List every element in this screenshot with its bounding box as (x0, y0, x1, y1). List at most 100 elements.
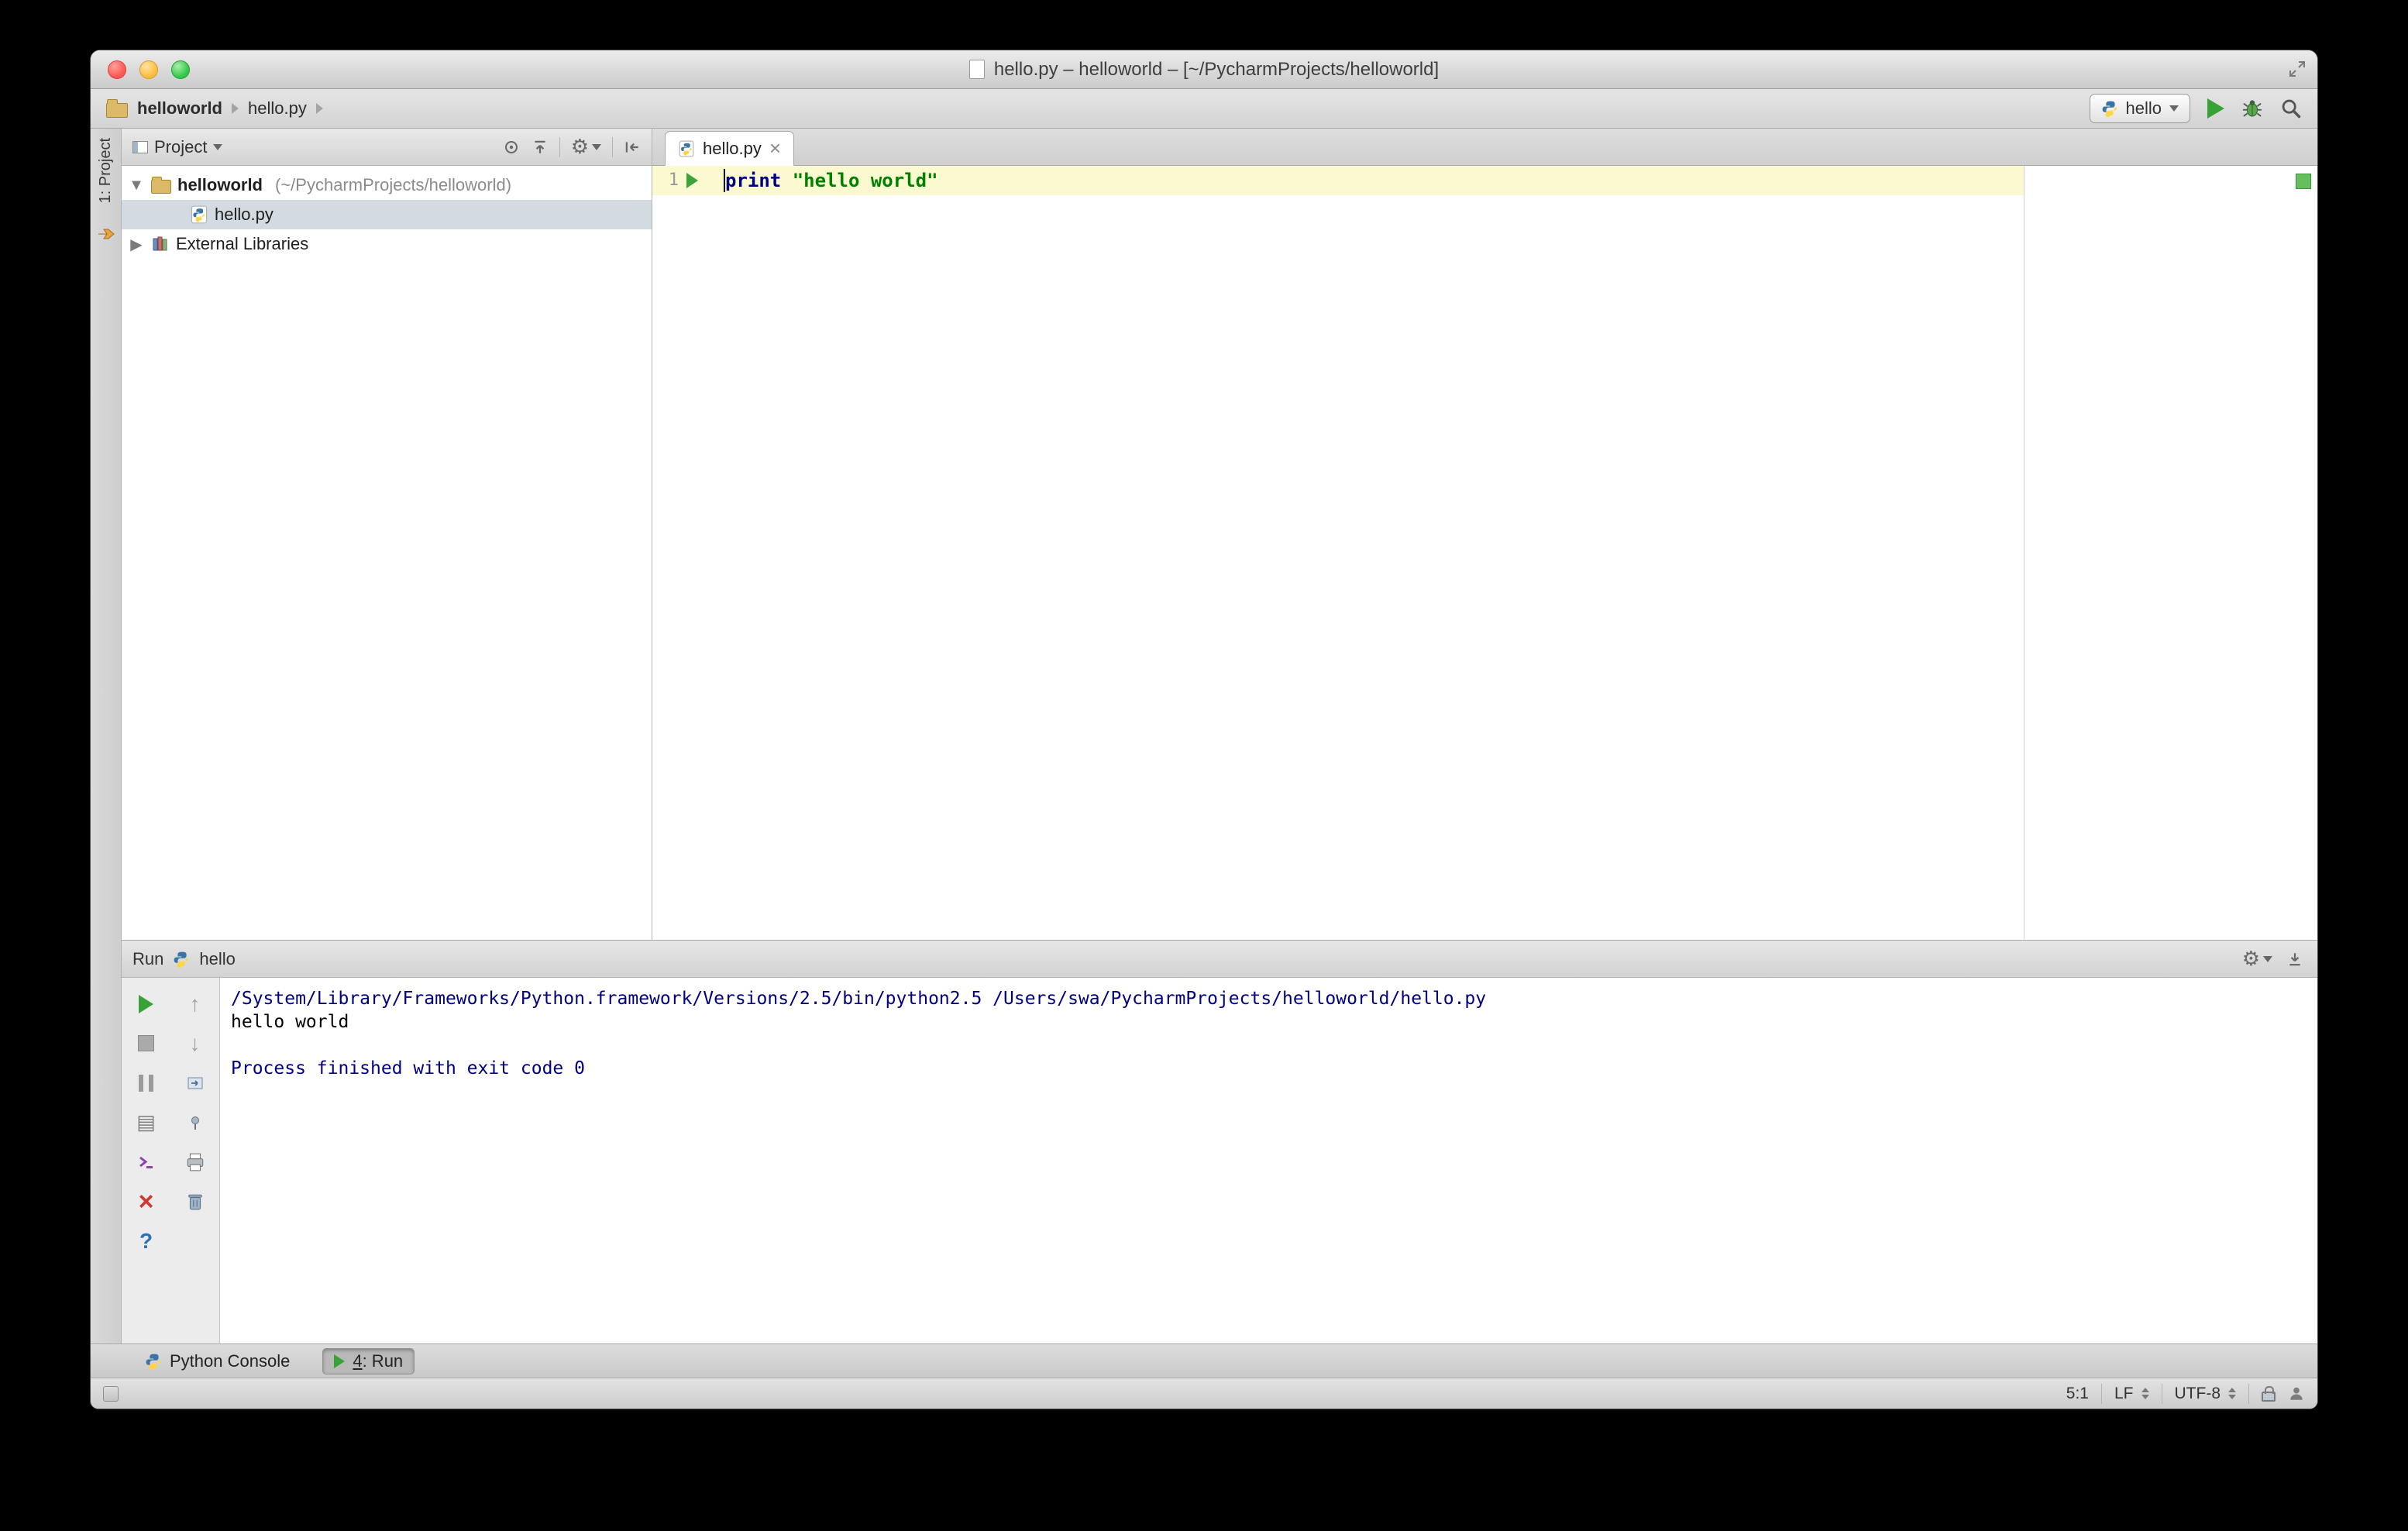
run-config-name: hello (199, 948, 236, 968)
close-run-button[interactable] (122, 1182, 170, 1221)
spinner-arrows-icon (2141, 1388, 2149, 1399)
gear-button[interactable] (571, 136, 601, 158)
stop-button[interactable] (122, 1024, 170, 1063)
run-tab-suffix: : Run (362, 1350, 404, 1371)
tree-item-project[interactable]: ▼ helloworld (~/PycharmProjects/hellowor… (122, 170, 652, 200)
stop-icon (138, 1035, 154, 1051)
help-button[interactable] (122, 1221, 170, 1261)
run-toolbar: ↑ ↓ (122, 978, 219, 1343)
print-button[interactable] (170, 1142, 219, 1182)
python-logo-icon (145, 1353, 162, 1370)
console-line: Process finished with exit code 0 (231, 1058, 585, 1079)
console-output[interactable]: /System/Library/Frameworks/Python.framew… (219, 978, 2317, 1343)
project-tool-button[interactable]: 1: Project (97, 138, 115, 203)
close-window-button[interactable] (108, 60, 126, 79)
navigation-bar: helloworld hello.py hello (91, 89, 2317, 129)
run-button[interactable] (2207, 98, 2224, 119)
inspector-button[interactable] (2288, 1385, 2305, 1402)
close-tab-icon[interactable] (769, 138, 781, 160)
run-tab-button[interactable]: 4: Run (322, 1347, 415, 1374)
project-view-selector[interactable]: Project (154, 137, 207, 157)
run-panel-toolbar (2242, 948, 2303, 970)
run-tool-window: Run hello ⚙ ▤ × ? ↑ ↓ /System/Library/Fr… (122, 940, 2317, 1343)
help-icon (139, 1230, 153, 1252)
python-file-icon (190, 205, 208, 224)
code-editor[interactable]: 1 print "hello world" (652, 166, 2317, 940)
debug-button[interactable] (2241, 98, 2263, 119)
tree-item-file[interactable]: hello.py (122, 200, 652, 229)
lock-icon[interactable] (2262, 1386, 2276, 1402)
tab-hello-py[interactable]: hello.py (665, 131, 795, 166)
minimize-window-button[interactable] (139, 60, 158, 79)
search-button[interactable] (2280, 98, 2302, 119)
console-icon (136, 1112, 156, 1133)
run-line-icon[interactable] (686, 173, 698, 188)
status-bar: 5:1 LF UTF-8 (91, 1378, 2317, 1409)
project-panel-toolbar (502, 136, 641, 158)
run-tab-label: 4: Run (353, 1351, 403, 1371)
tool-window-bar: Python Console 4: Run (91, 1343, 2317, 1378)
inspection-indicator[interactable] (2296, 174, 2311, 189)
toolbar-right: hello (2089, 94, 2302, 123)
rerun-button[interactable] (122, 984, 170, 1024)
favorites-icon[interactable] (97, 226, 115, 242)
run-config-selector[interactable]: hello (2089, 94, 2190, 123)
prev-trace-button[interactable]: ↑ (170, 984, 219, 1024)
expand-arrow-icon[interactable]: ▼ (128, 177, 145, 194)
command-line-button[interactable] (122, 1142, 170, 1182)
encoding-selector[interactable]: UTF-8 (2175, 1385, 2236, 1403)
resize-grip-icon[interactable] (2288, 60, 2307, 78)
restore-layout-button[interactable] (170, 1063, 219, 1103)
breadcrumb-file[interactable]: hello.py (248, 98, 307, 119)
spinner-arrows-icon (2228, 1388, 2236, 1399)
line-ending-selector[interactable]: LF (2114, 1385, 2149, 1403)
project-panel: Project ⚙ ▼ helloworld (~/PycharmProject… (122, 129, 652, 940)
tree-item-external-libraries[interactable]: ▶ External Libraries (122, 229, 652, 259)
play-icon (139, 994, 153, 1013)
clear-console-button[interactable] (170, 1182, 219, 1221)
content-area: 1: Project Project ⚙ ▼ helloworld (~/Pyc… (91, 129, 2317, 1343)
editor-tab-bar: hello.py (652, 129, 2317, 166)
up-arrow-icon: ↑ (189, 991, 201, 1016)
toolwindow-toggle-button[interactable] (103, 1385, 119, 1402)
gear-button[interactable] (2242, 948, 2272, 970)
zoom-window-button[interactable] (171, 60, 190, 79)
code-line: print "hello world" (725, 166, 938, 195)
collapse-all-button[interactable] (531, 139, 549, 156)
expand-arrow-icon[interactable]: ▶ (128, 235, 145, 254)
chevron-right-icon (232, 103, 239, 114)
tab-label: hello.py (703, 138, 762, 158)
down-arrow-icon: ↓ (189, 1030, 201, 1055)
python-logo-icon (173, 951, 190, 968)
pause-output-button[interactable] (122, 1063, 170, 1103)
status-divider (2100, 1383, 2102, 1404)
project-path: (~/PycharmProjects/helloworld) (275, 175, 512, 194)
hide-panel-button[interactable] (624, 139, 641, 156)
window-title: hello.py – helloworld – [~/PycharmProjec… (968, 58, 1440, 81)
external-libraries-label: External Libraries (176, 234, 309, 253)
console-line: hello world (231, 1012, 349, 1032)
window-title-text: hello.py – helloworld – [~/PycharmProjec… (993, 58, 1440, 80)
chevron-down-icon (213, 143, 223, 150)
caret-position[interactable]: 5:1 (2066, 1385, 2089, 1403)
libraries-icon (151, 235, 170, 253)
python-console-button[interactable]: Python Console (134, 1348, 301, 1374)
status-divider (2248, 1383, 2249, 1404)
python-logo-icon (2101, 100, 2118, 117)
console-line: /System/Library/Frameworks/Python.framew… (231, 989, 1487, 1009)
breadcrumb-project[interactable]: helloworld (137, 98, 222, 119)
gear-icon (571, 136, 589, 158)
line-number: 1 (668, 170, 679, 190)
show-console-button[interactable] (122, 1103, 170, 1142)
hide-panel-button[interactable] (2286, 951, 2303, 968)
next-trace-button[interactable]: ↓ (170, 1024, 219, 1063)
run-toolbar-column-2: ↑ ↓ (170, 984, 219, 1343)
locate-button[interactable] (502, 138, 521, 157)
main-column: Project ⚙ ▼ helloworld (~/PycharmProject… (122, 129, 2317, 1343)
editor-region: hello.py 1 print "hello world" (652, 129, 2317, 940)
pin-tab-button[interactable] (170, 1103, 219, 1142)
run-panel-body: ↑ ↓ (122, 978, 2317, 1343)
gear-icon (2242, 948, 2260, 970)
tool-window-icon (132, 140, 148, 153)
